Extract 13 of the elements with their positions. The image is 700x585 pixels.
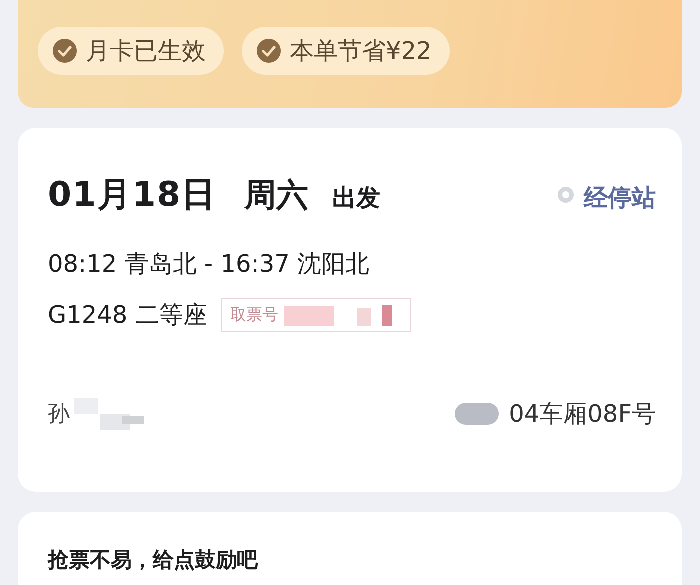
weekday-text: 周六 [244,175,309,216]
date-text: 01月18日 [48,174,217,217]
tag-badge [455,403,500,425]
stops-link[interactable]: 经停站 [584,182,656,214]
route-text: 08:12 青岛北 - 16:37 沈阳北 [48,249,371,280]
chip-label: 本单节省¥22 [290,36,432,67]
seat-text: 04车厢08F号 [509,399,656,430]
chip-label: 月卡已生效 [86,36,206,67]
passenger-name-text: 孙 [48,401,70,429]
ticket-code-label: 取票号 [230,304,278,326]
status-text: 出发 [332,183,381,214]
encourage-title: 抢票不易，给点鼓励吧 [48,548,258,572]
train-text: G1248 二等座 [48,300,208,331]
